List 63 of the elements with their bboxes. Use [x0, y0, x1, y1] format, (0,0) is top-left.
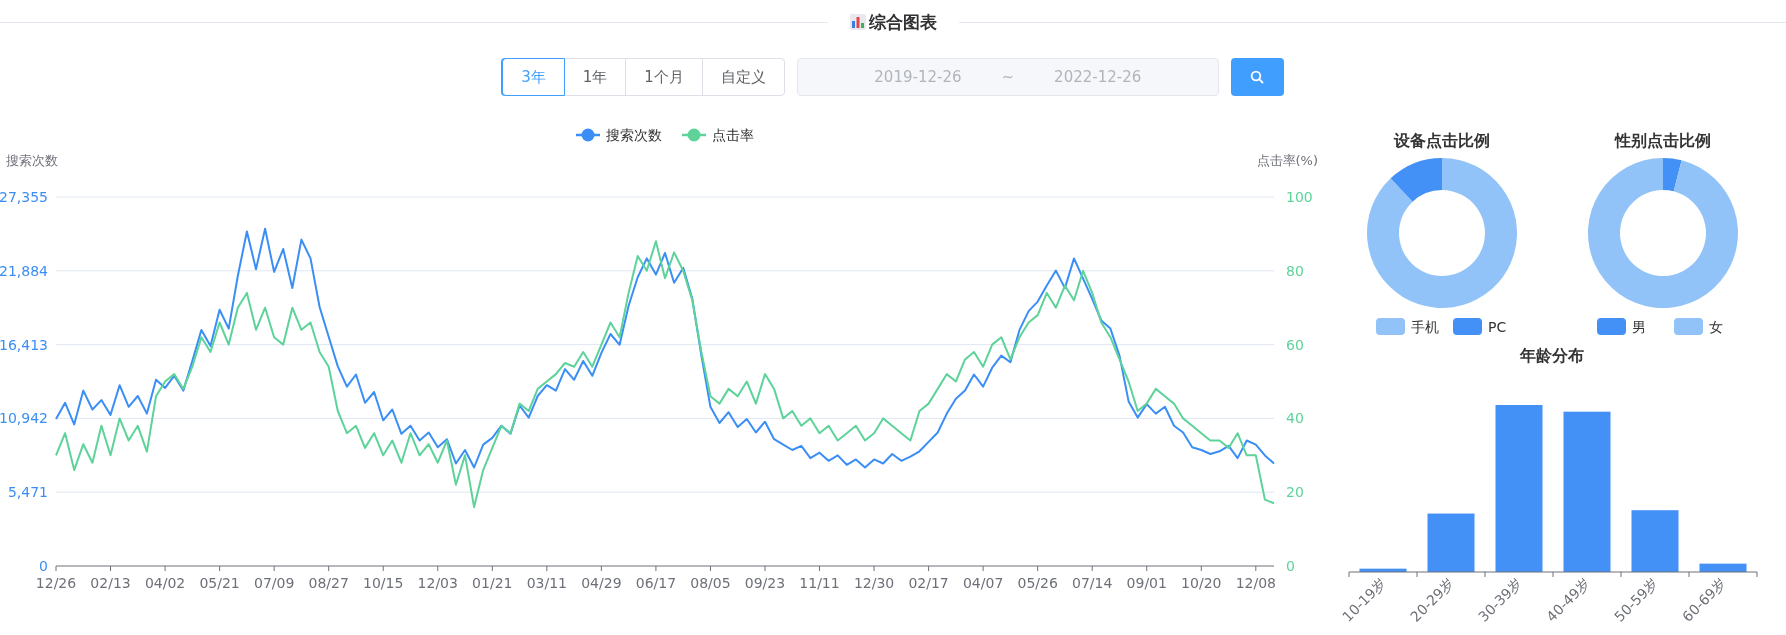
axis-label: 10/20 — [1181, 575, 1222, 591]
axis-label: 12/03 — [417, 575, 458, 591]
axis-label: 100 — [1286, 189, 1313, 205]
chart-title: 性别点击比例 — [1615, 131, 1711, 150]
axis-label: 08/05 — [690, 575, 731, 591]
axis-label: 07/14 — [1072, 575, 1113, 591]
chart-title: 年龄分布 — [1520, 346, 1584, 365]
axis-label: 05/26 — [1017, 575, 1058, 591]
axis-label: 20 — [1286, 484, 1304, 501]
axis-label: 12/08 — [1235, 575, 1276, 591]
bar — [1699, 563, 1747, 572]
search-icon — [1250, 70, 1265, 84]
axis-label: 07/09 — [253, 575, 295, 591]
axis-label: 16,413 — [0, 336, 48, 353]
legend-marker — [682, 128, 706, 142]
range-tab[interactable]: 自定义 — [701, 58, 785, 96]
legend-label: 女 — [1709, 319, 1723, 335]
axis-label: 04/07 — [962, 575, 1004, 591]
axis-label: 05/21 — [199, 575, 240, 591]
axis-label: 10,942 — [0, 410, 48, 427]
legend-label: 手机 — [1411, 319, 1439, 335]
axis-label: 06/17 — [635, 575, 677, 591]
axis-title: 点击率(%) — [1256, 153, 1318, 168]
search-button[interactable] — [1230, 58, 1284, 96]
axis-label: 04/02 — [144, 575, 186, 591]
legend-label: 点击率 — [712, 127, 754, 143]
axis-label: 09/01 — [1126, 575, 1167, 591]
bar — [1359, 568, 1407, 572]
axis-label: 02/13 — [90, 575, 131, 591]
axis-label: 03/11 — [526, 575, 567, 591]
legend-marker — [576, 128, 600, 142]
axis-label: 04/29 — [581, 575, 622, 591]
range-tab[interactable]: 1个月 — [625, 58, 703, 96]
axis-label: 60 — [1286, 336, 1304, 353]
bar — [1631, 510, 1679, 572]
axis-title: 搜索次数 — [6, 153, 58, 168]
axis-label: 0 — [1286, 558, 1295, 574]
legend-swatch — [1376, 318, 1405, 335]
axis-label: 08/27 — [308, 575, 349, 591]
legend-label: 搜索次数 — [606, 127, 662, 143]
chart-title: 设备点击比例 — [1394, 131, 1490, 150]
legend-label: 男 — [1632, 319, 1646, 335]
axis-label: 5,471 — [7, 484, 48, 501]
axis-label: 0 — [39, 558, 48, 574]
legend-swatch — [1597, 318, 1626, 335]
axis-label: 11/11 — [799, 575, 840, 591]
axis-label: 10/15 — [363, 575, 404, 591]
axis-label: 80 — [1286, 262, 1304, 279]
legend-label: PC — [1488, 319, 1507, 335]
axis-label: 12/26 — [35, 575, 77, 591]
bar-chart-icon — [849, 14, 866, 30]
axis-label: 21,884 — [0, 262, 48, 279]
legend-swatch — [1453, 318, 1482, 335]
range-tab[interactable]: 1年 — [563, 58, 627, 96]
page-title: 综合图表 — [868, 10, 937, 34]
legend-swatch — [1674, 318, 1703, 335]
bar — [1427, 513, 1475, 572]
axis-label: 09/23 — [744, 575, 786, 591]
axis-label: 40 — [1286, 410, 1304, 427]
axis-label: 02/17 — [908, 575, 949, 591]
axis-label: 27,355 — [0, 189, 48, 205]
axis-label: 12/30 — [853, 575, 895, 591]
axis-label: 01/21 — [472, 575, 513, 591]
